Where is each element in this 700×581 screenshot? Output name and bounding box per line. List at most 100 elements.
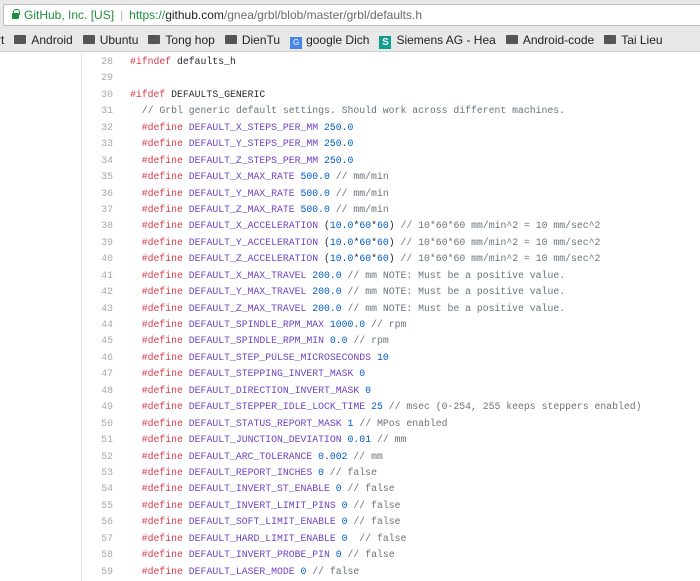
line-number[interactable]: 35 [82,169,130,185]
keyword: #define [130,121,183,133]
line-number[interactable]: 29 [82,70,130,86]
number-literal: 0 [294,565,307,577]
keyword: #define [130,187,183,199]
line-code: #define DEFAULT_Y_MAX_TRAVEL 200.0 // mm… [130,284,565,300]
line-code: #define DEFAULT_JUNCTION_DEVIATION 0.01 … [130,432,407,448]
line-number[interactable]: 30 [82,87,130,103]
security-indicator[interactable]: GitHub, Inc. [US] [24,8,114,22]
keyword: #define [130,417,183,429]
line-number[interactable]: 28 [82,54,130,70]
code-line: 41 #define DEFAULT_X_MAX_TRAVEL 200.0 //… [82,268,642,284]
line-number[interactable]: 40 [82,251,130,267]
line-number[interactable]: 43 [82,301,130,317]
line-number[interactable]: 34 [82,153,130,169]
code-lines: 28 #ifndef defaults_h 29 30 #ifdef DEFAULTS_… [82,54,642,580]
line-number[interactable]: 42 [82,284,130,300]
line-number[interactable]: 47 [82,366,130,382]
line-number[interactable]: 58 [82,547,130,563]
line-code: #define DEFAULT_REPORT_INCHES 0 // false [130,465,377,481]
line-number[interactable]: 55 [82,498,130,514]
line-number[interactable]: 45 [82,333,130,349]
number-literal: 0.01 [341,434,372,446]
comment: // false [341,549,395,561]
bookmark-rt[interactable]: rt [0,30,4,50]
keyword: #define [130,401,183,413]
line-number[interactable]: 36 [82,186,130,202]
line-number[interactable]: 48 [82,383,130,399]
code-line: 46 #define DEFAULT_STEP_PULSE_MICROSECON… [82,350,642,366]
number-literal: 10.0 [329,236,354,248]
comment: // false [347,532,407,544]
macro-name: DEFAULT_SPINDLE_RPM_MIN [182,335,325,347]
code-line: 37 #define DEFAULT_Z_MAX_RATE 500.0 // m… [82,202,642,218]
line-code: #define DEFAULT_SPINDLE_RPM_MIN 0.0 // r… [130,333,389,349]
number-literal: 0 [329,483,342,495]
line-number[interactable]: 52 [82,449,130,465]
line-number[interactable]: 59 [82,564,130,580]
macro-name: DEFAULT_JUNCTION_DEVIATION [182,434,342,446]
code-line: 52 #define DEFAULT_ARC_TOLERANCE 0.002 /… [82,449,642,465]
comment: // false [324,466,377,478]
code-line: 38 #define DEFAULT_X_ACCELERATION (10.0*… [82,218,642,234]
line-number[interactable]: 41 [82,268,130,284]
line-number[interactable]: 57 [82,531,130,547]
line-number[interactable]: 50 [82,416,130,432]
keyword: #define [130,302,183,314]
url-scheme: https:// [129,8,166,22]
number-literal: 0 [335,499,348,511]
bookmark-android-code[interactable]: Android-code [505,30,595,50]
number-literal: 250.0 [318,121,354,133]
bookmark-label: Android-code [522,33,595,47]
keyword: #define [130,154,183,166]
bookmark-siemens-ag-hea[interactable]: S Siemens AG - Hea [379,30,496,50]
address-bar[interactable]: GitHub, Inc. [US] | https://github.com/gne… [3,4,700,26]
line-code: #define DEFAULT_LASER_MODE 0 // false [130,564,360,580]
line-number[interactable]: 46 [82,350,130,366]
keyword: #define [130,253,183,265]
line-number[interactable]: 44 [82,317,130,333]
line-number[interactable]: 31 [82,103,130,119]
line-number[interactable]: 53 [82,465,130,481]
bookmark-android[interactable]: Android [14,30,73,50]
line-code: #define DEFAULT_INVERT_ST_ENABLE 0 // fa… [130,481,395,497]
macro-name: DEFAULT_ARC_TOLERANCE [182,450,313,462]
folder-icon [14,35,27,44]
macro-name: DEFAULT_LASER_MODE [182,565,295,577]
comment: // false [347,499,401,511]
code-line: 39 #define DEFAULT_Y_ACCELERATION (10.0*… [82,235,642,251]
line-number[interactable]: 49 [82,399,130,415]
code-line: 49 #define DEFAULT_STEPPER_IDLE_LOCK_TIM… [82,399,641,415]
line-code: #define DEFAULT_X_ACCELERATION (10.0*60*… [130,218,601,234]
macro-name: DEFAULT_Z_ACCELERATION [182,253,319,265]
line-number[interactable]: 37 [82,202,130,218]
line-number[interactable]: 32 [82,120,130,136]
bookmark-dientu[interactable]: DienTu [224,30,281,50]
macro-name: DEFAULT_Y_STEPS_PER_MM [182,138,319,150]
line-code: #define DEFAULT_DIRECTION_INVERT_MASK 0 [130,383,371,399]
line-number[interactable]: 54 [82,481,130,497]
line-number[interactable]: 38 [82,218,130,234]
line-number[interactable]: 39 [82,235,130,251]
line-code: #define DEFAULT_X_STEPS_PER_MM 250.0 [130,120,354,136]
line-number[interactable]: 33 [82,136,130,152]
comment: // mm NOTE: Must be a positive value. [341,286,566,298]
number-literal: 0 [335,532,348,544]
bookmark-tong-hop[interactable]: Tong hop [148,30,215,50]
line-number[interactable]: 51 [82,432,130,448]
bookmark-label: rt [0,33,5,47]
code-text: ( [318,253,330,265]
bookmark-ubuntu[interactable]: Ubuntu [82,30,138,50]
macro-name: DEFAULT_Z_STEPS_PER_MM [182,154,319,166]
code-line: 57 #define DEFAULT_HARD_LIMIT_ENABLE 0 /… [82,531,642,547]
bookmark-tai-lieu[interactable]: Tai Lieu [604,30,663,50]
bookmark-label: DienTu [241,33,281,47]
comment: // rpm [365,319,407,330]
keyword: #define [130,499,183,511]
line-code: // Grbl generic default settings. Should… [130,103,565,119]
line-number[interactable]: 56 [82,514,130,530]
code-line: 56 #define DEFAULT_SOFT_LIMIT_ENABLE 0 /… [82,514,642,530]
bookmark-google-dich[interactable]: Ggoogle Dich [290,30,369,50]
bookmark-label: Tai Lieu [621,33,663,47]
code-line: 54 #define DEFAULT_INVERT_ST_ENABLE 0 //… [82,481,642,497]
number-literal: 0 [329,549,342,561]
